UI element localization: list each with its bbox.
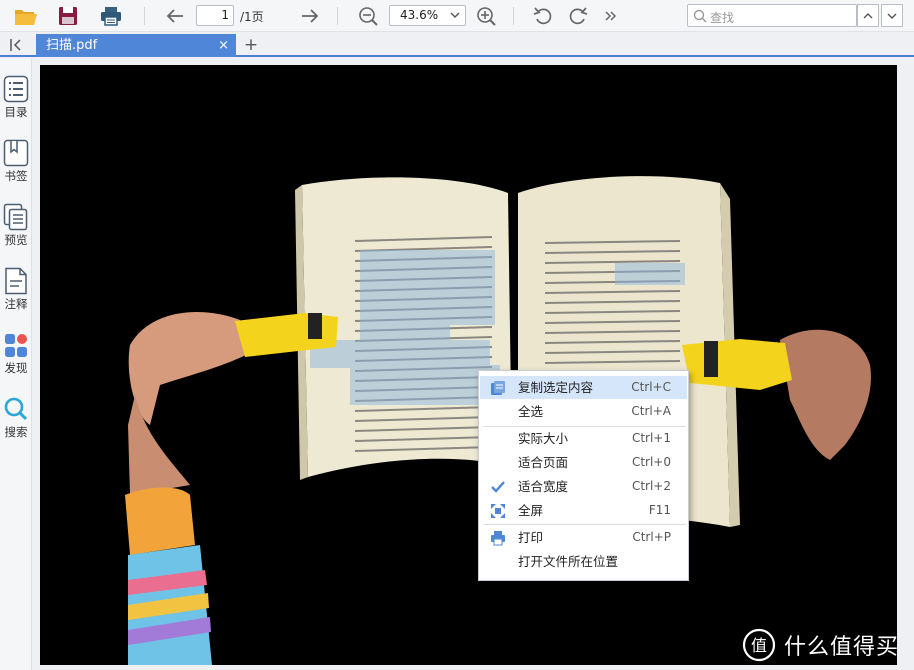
menu-item-shortcut: Ctrl+2 [631,479,671,493]
print-icon [491,531,505,546]
search-prev-button[interactable] [857,4,879,27]
prev-page-icon[interactable] [162,4,188,28]
tab-label: 扫描.pdf [46,38,98,53]
menu-item-shortcut: Ctrl+0 [631,455,671,469]
sidebar-item-label: 预览 [4,233,28,247]
tab-document[interactable]: 扫描.pdf × [36,34,236,57]
menu-item-open-file-location[interactable]: 打开文件所在位置 [480,550,687,573]
bookmark-icon [3,139,29,167]
new-tab-icon[interactable]: + [241,35,261,55]
document-viewport[interactable] [33,59,914,670]
next-page-icon[interactable] [297,4,323,28]
zoom-out-icon[interactable] [356,4,380,28]
menu-item-label: 适合宽度 [518,479,569,494]
menu-item-shortcut: Ctrl+1 [631,431,671,445]
pages-icon [3,203,28,231]
menu-item-fullscreen[interactable]: 全屏 F11 [480,499,687,522]
menu-item-label: 适合页面 [518,455,569,470]
menu-item-fit-width[interactable]: 适合宽度 Ctrl+2 [480,475,687,498]
open-folder-icon[interactable] [12,4,40,28]
copy-icon [491,381,505,395]
chevron-up-icon [863,12,873,18]
watermark-logo: 值 [742,628,776,662]
discover-icon [5,334,27,357]
menu-item-label: 实际大小 [518,431,569,446]
fullscreen-icon [491,504,505,518]
sidebar-item-discover[interactable]: 发现 [0,331,32,387]
search-icon [693,9,707,26]
menu-item-shortcut: Ctrl+C [631,380,671,394]
menu-item-label: 全选 [518,404,544,419]
sidebar-item-label: 注释 [4,297,28,311]
menu-item-fit-page[interactable]: 适合页面 Ctrl+0 [480,451,687,474]
sidebar-item-label: 书签 [4,169,28,183]
print-icon[interactable] [98,4,124,28]
menu-item-select-all[interactable]: 全选 Ctrl+A [480,400,687,423]
menu-item-shortcut: F11 [648,503,671,517]
search-next-button[interactable] [881,4,903,27]
save-icon[interactable] [56,4,80,28]
tab-bar: 扫描.pdf × + [0,33,914,57]
context-menu: 复制选定内容 Ctrl+C 全选 Ctrl+A 实际大小 Ctrl+1 适合页面… [478,370,689,581]
list-icon [3,75,29,103]
watermark-text: 什么值得买 [784,635,900,660]
menu-item-copy-selection[interactable]: 复制选定内容 Ctrl+C [480,376,687,399]
sidebar-item-label: 发现 [4,361,28,375]
page-number-input[interactable]: 1 [196,5,234,26]
menu-item-print[interactable]: 打印 Ctrl+P [480,526,687,549]
rotate-right-icon[interactable] [566,4,590,28]
rotate-left-icon[interactable] [531,4,555,28]
check-icon [491,481,505,493]
left-sidebar: 目录 书签 预览 注释 发现 搜索 [0,59,32,670]
search-placeholder: 查找 [710,11,735,25]
chevron-down-icon [887,13,897,19]
sidebar-item-preview[interactable]: 预览 [0,203,32,259]
menu-item-shortcut: Ctrl+P [632,530,671,544]
more-icon[interactable] [601,4,621,28]
menu-item-actual-size[interactable]: 实际大小 Ctrl+1 [480,427,687,450]
page-total-label: /1页 [240,10,264,24]
search-icon [4,397,28,421]
zoom-in-icon[interactable] [474,4,498,28]
search-input[interactable]: 查找 [687,4,857,27]
zoom-select[interactable]: 43.6% [389,5,466,26]
menu-item-label: 全屏 [518,503,544,518]
sidebar-item-toc[interactable]: 目录 [0,75,32,131]
sidebar-item-bookmarks[interactable]: 书签 [0,139,32,195]
sidebar-item-annotations[interactable]: 注释 [0,267,32,323]
pdf-page[interactable] [40,65,897,665]
sidebar-item-label: 搜索 [4,425,28,439]
menu-item-shortcut: Ctrl+A [631,404,671,418]
close-icon[interactable]: × [218,34,229,57]
watermark: 值 什么值得买 [742,625,899,665]
annotation-icon [5,267,27,295]
scanned-book-photo [40,65,897,665]
chevron-down-icon [450,6,460,31]
menu-item-label: 打开文件所在位置 [518,554,619,569]
zoom-value: 43.6% [400,8,439,22]
sidebar-item-label: 目录 [4,105,28,119]
sidebar-item-search[interactable]: 搜索 [0,395,32,451]
collapse-sidebar-icon[interactable] [6,36,28,54]
main-toolbar: 1 /1页 43.6% 查找 [0,0,914,32]
menu-item-label: 打印 [518,530,544,545]
svg-text:值: 值 [751,636,767,655]
menu-item-label: 复制选定内容 [518,380,594,395]
